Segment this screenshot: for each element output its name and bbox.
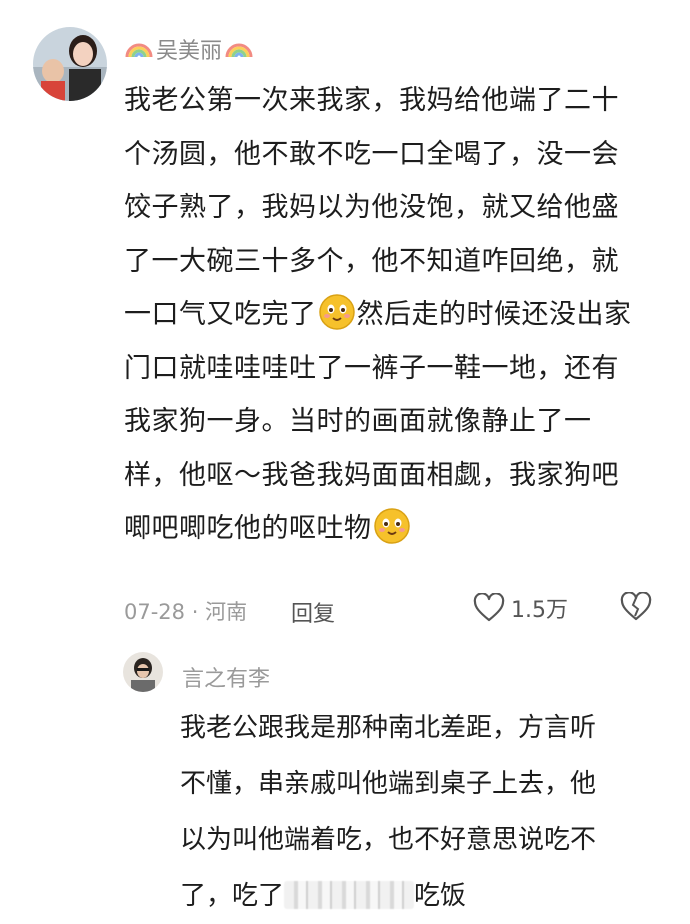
comment-meta: 07-28 · 河南	[124, 596, 247, 626]
like-button[interactable]: 1.5万	[473, 592, 568, 624]
comment-location: 河南	[205, 600, 248, 624]
reply-avatar[interactable]	[123, 652, 163, 692]
comment-line: 我家狗一身。当时的画面就像静止了一	[124, 406, 592, 437]
comment-line-part: 然后走的时候还没出家	[356, 299, 632, 330]
comment-line: 了一大碗三十多个，他不知道咋回绝，就	[124, 245, 619, 277]
reply-username[interactable]: 言之有李	[182, 661, 270, 693]
broken-heart-icon	[620, 591, 652, 621]
meta-separator: ·	[191, 600, 206, 624]
comment-line: 个汤圆，他不敢不吃一口全喝了，没一会	[124, 138, 619, 170]
reply-line: 了，吃了 吃饭	[180, 868, 650, 924]
comment-line: 一口气又吃完了 然后走的时候还没出家	[124, 288, 664, 342]
avatar[interactable]	[33, 27, 107, 101]
comment-line-part: 唧吧唧吃他的呕吐物	[124, 513, 372, 544]
reply-line-part: 吃饭	[414, 881, 467, 911]
comment-line: 样，他呕～我爸我妈面面相觑，我家狗吧	[124, 459, 619, 491]
dislike-button[interactable]	[620, 591, 652, 626]
comment-username-row[interactable]: 吴美丽	[124, 33, 254, 65]
comment-line: 唧吧唧吃他的呕吐物	[124, 502, 664, 556]
comment-line: 门口就哇哇哇吐了一裤子一鞋一地，还有	[124, 352, 619, 384]
comment-date: 07-28	[124, 600, 186, 624]
reply-line: 我老公跟我是那种南北差距，方言听	[180, 713, 597, 743]
reply-body: 我老公跟我是那种南北差距，方言听 不懂，串亲戚叫他端到桌子上去，他 以为叫他端着…	[180, 700, 650, 924]
smile-emoji-icon	[373, 508, 410, 544]
rainbow-icon	[125, 43, 153, 58]
reply-line: 不懂，串亲戚叫他端到桌子上去，他	[180, 769, 597, 799]
comment-username[interactable]: 吴美丽	[156, 33, 222, 65]
comment-line: 饺子熟了，我妈以为他没饱，就又给他盛	[124, 192, 619, 223]
like-count: 1.5万	[511, 598, 568, 623]
reply-line-part: 了，吃了	[180, 881, 285, 911]
redacted-text	[284, 881, 415, 909]
reply-line: 以为叫他端着吃，也不好意思说吃不	[180, 825, 597, 855]
heart-icon	[473, 593, 505, 622]
comment-line: 我老公第一次来我家，我妈给他端了二十	[124, 85, 619, 116]
comment-line-part: 一口气又吃完了	[124, 299, 317, 330]
comment-body: 我老公第一次来我家，我妈给他端了二十 个汤圆，他不敢不吃一口全喝了，没一会 饺子…	[124, 74, 664, 556]
reply-button[interactable]: 回复	[291, 596, 335, 628]
rainbow-icon	[225, 43, 253, 58]
smile-emoji-icon	[318, 294, 355, 330]
